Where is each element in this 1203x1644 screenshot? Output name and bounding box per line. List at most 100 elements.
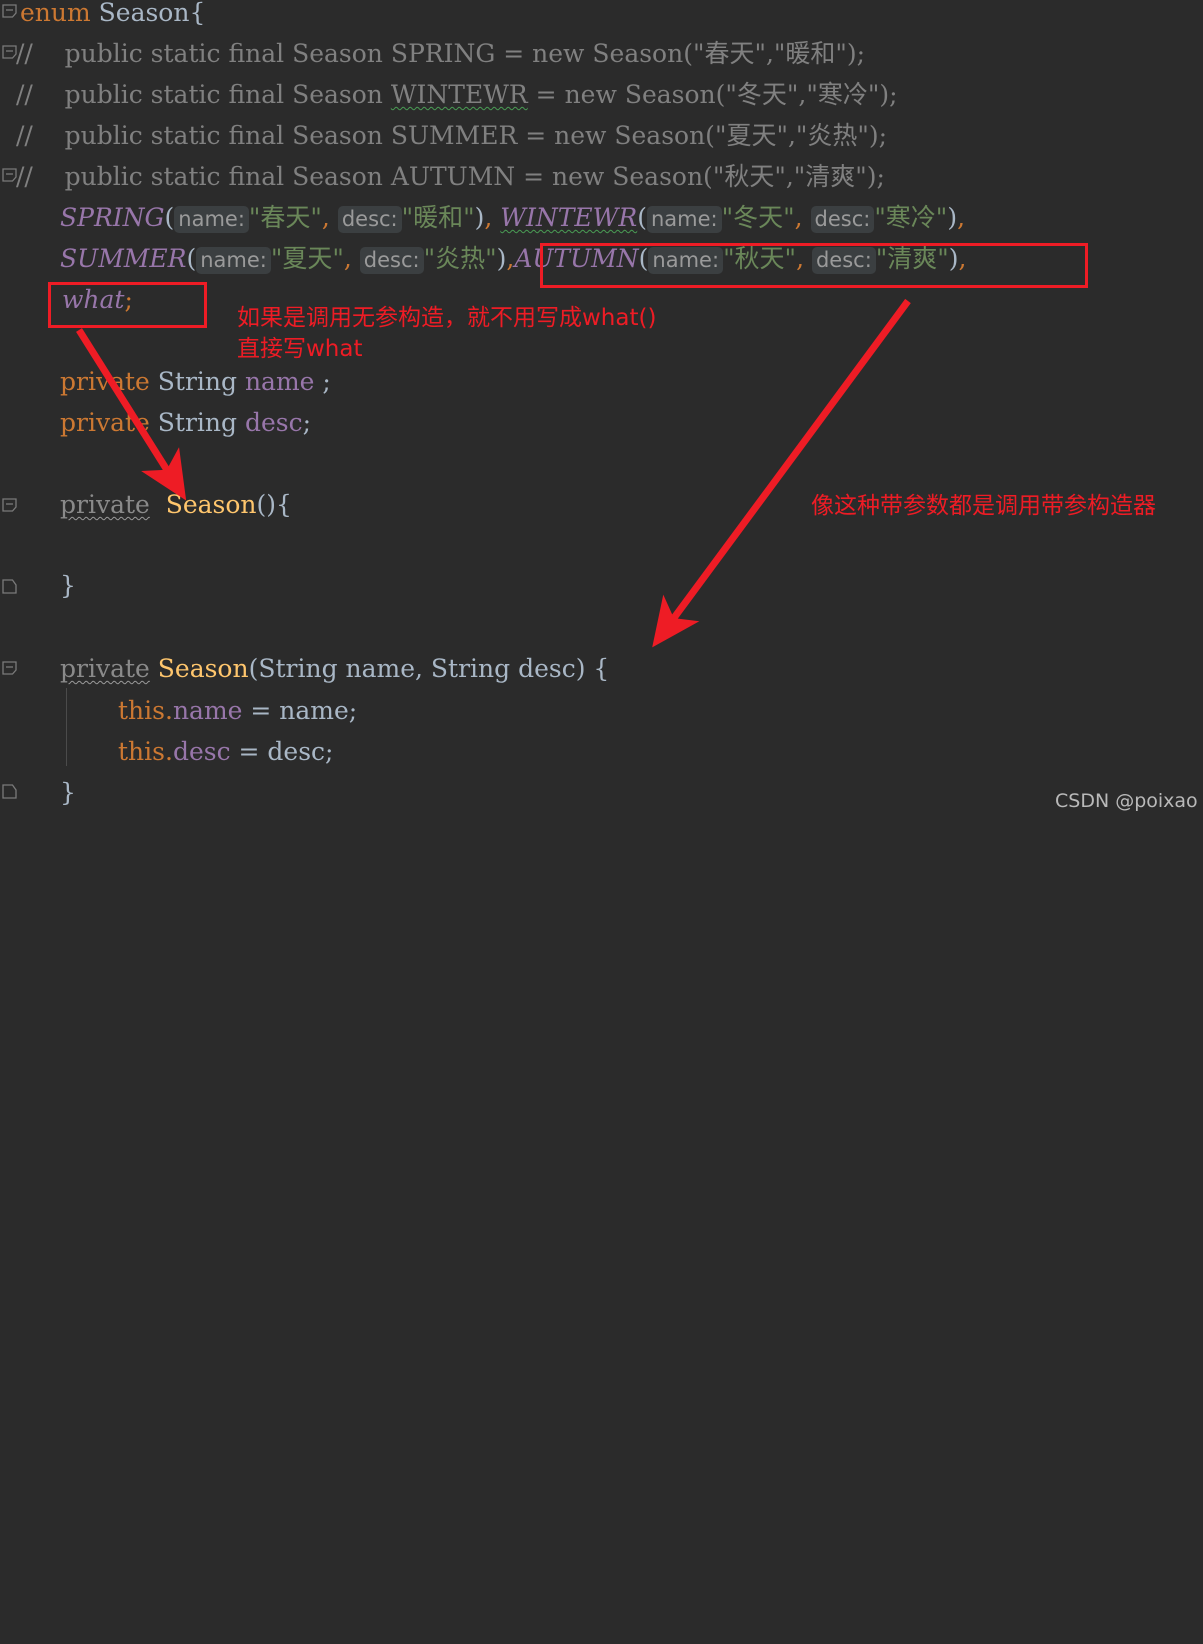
- token-keyword-this: this: [118, 696, 165, 725]
- token-identifier-typo: WINTEWR: [390, 80, 528, 109]
- token-string: "夏天": [714, 121, 788, 150]
- token-comma: ,: [794, 203, 803, 232]
- token-paren: ): [948, 244, 959, 273]
- token-string: "冬天": [721, 203, 795, 232]
- token-string: "清爽": [793, 162, 867, 191]
- field-desc[interactable]: desc: [245, 408, 303, 437]
- param-hint-desc: desc:: [810, 206, 875, 233]
- token-string: "暖和": [401, 203, 475, 232]
- token-tail: = desc;: [230, 737, 334, 766]
- code-line[interactable]: this.name = name;: [118, 690, 1203, 731]
- token-keyword-unused: private: [60, 654, 150, 683]
- field-name[interactable]: name: [173, 696, 243, 725]
- token-keyword: private: [60, 408, 150, 437]
- token-string: "春天": [248, 203, 322, 232]
- token-brace: }: [60, 778, 76, 807]
- enum-constant-what[interactable]: what: [62, 285, 124, 314]
- token-tail: );: [868, 121, 888, 150]
- token-string: "清爽": [875, 244, 949, 273]
- token-comma: ,: [957, 203, 966, 232]
- token-string: "炎热": [795, 121, 869, 150]
- code-line[interactable]: SPRING(name: "春天", desc: "暖和"), WINTEWR(na…: [60, 197, 1203, 238]
- code-line[interactable]: // public static final Season AUTUMN = n…: [16, 156, 1203, 197]
- field-desc[interactable]: desc: [173, 737, 231, 766]
- enum-constant-summer[interactable]: SUMMER: [60, 244, 186, 273]
- token-keyword: enum: [20, 0, 91, 27]
- code-line[interactable]: // public static final Season SPRING = n…: [16, 33, 1203, 74]
- param-hint-name: name:: [648, 247, 724, 274]
- code-line[interactable]: }: [60, 565, 1203, 606]
- token-paren: (: [186, 244, 197, 273]
- token-paren: (: [638, 244, 649, 273]
- code-line[interactable]: // public static final Season SUMMER = n…: [16, 115, 1203, 156]
- token-paren: (: [637, 203, 647, 232]
- token-tail: ;: [302, 408, 312, 437]
- token-dot: .: [164, 737, 173, 766]
- field-name[interactable]: name: [245, 367, 315, 396]
- code-line[interactable]: private Season(){: [60, 484, 1203, 525]
- param-hint-desc: desc:: [337, 206, 402, 233]
- token-comma: ,: [321, 203, 330, 232]
- token-comment: // public static final Season SUMMER = n…: [16, 121, 715, 150]
- token-brace: {: [189, 0, 206, 27]
- token-comment: = new Season(: [527, 80, 726, 109]
- token-comment: // public static final Season: [16, 80, 391, 109]
- token-comma: ,: [958, 244, 967, 273]
- code-line[interactable]: private String name ;: [60, 361, 1203, 402]
- token-string: "秋天": [712, 162, 786, 191]
- param-hint-name: name:: [646, 206, 722, 233]
- token-tail: = name;: [242, 696, 358, 725]
- indent-guide: [66, 688, 67, 766]
- token-paren: ): [496, 244, 507, 273]
- token-semicolon: ;: [124, 285, 133, 314]
- code-line[interactable]: }: [60, 772, 1203, 813]
- code-line[interactable]: SUMMER(name: "夏天", desc: "炎热"),AUTUMN(name…: [60, 238, 1203, 279]
- token-tail: (){: [256, 490, 292, 519]
- token-comma: ,: [787, 121, 796, 150]
- token-comment: // public static final Season SPRING = n…: [16, 39, 693, 68]
- token-string: "寒冷": [874, 203, 948, 232]
- code-editor[interactable]: enum Season{ // public static final Seas…: [0, 0, 1203, 822]
- token-paren: (: [164, 203, 175, 232]
- token-comma: ,: [796, 244, 805, 273]
- token-signature: (String name, String desc) {: [248, 654, 610, 683]
- enum-constant-autumn[interactable]: AUTUMN: [514, 244, 638, 273]
- constructor-with-args[interactable]: Season: [150, 654, 249, 683]
- code-line[interactable]: what;: [62, 279, 1203, 320]
- code-line[interactable]: private String desc;: [60, 402, 1203, 443]
- code-content[interactable]: enum Season{ // public static final Seas…: [0, 0, 1203, 822]
- token-string: "春天": [692, 39, 766, 68]
- token-comma: ,: [765, 39, 774, 68]
- token-string: "夏天": [270, 244, 344, 273]
- param-hint-desc: desc:: [811, 247, 876, 274]
- token-comma: ,: [785, 162, 794, 191]
- enum-constant-spring[interactable]: SPRING: [60, 203, 165, 232]
- code-line[interactable]: // public static final Season WINTEWR = …: [16, 74, 1203, 115]
- token-tail: );: [866, 162, 885, 191]
- enum-constant-wintewr[interactable]: WINTEWR: [500, 203, 637, 232]
- token-tail: ;: [314, 367, 331, 396]
- code-line[interactable]: private Season(String name, String desc)…: [60, 648, 1203, 689]
- token-type: String: [149, 367, 245, 396]
- token-type: Season: [90, 0, 190, 27]
- code-line[interactable]: this.desc = desc;: [118, 731, 1203, 772]
- token-type: String: [149, 408, 245, 437]
- token-keyword: private: [60, 367, 150, 396]
- token-keyword-unused: private: [60, 490, 150, 519]
- token-dot: .: [164, 696, 173, 725]
- token-keyword-this: this: [118, 737, 165, 766]
- token-paren: ): [947, 203, 958, 232]
- token-string: "冬天": [725, 80, 799, 109]
- token-string: "炎热": [423, 244, 497, 273]
- constructor-no-arg[interactable]: Season: [150, 490, 257, 519]
- code-line[interactable]: enum Season{: [20, 0, 1203, 33]
- token-string: "秋天": [723, 244, 797, 273]
- token-tail: );: [879, 80, 898, 109]
- param-hint-name: name:: [196, 247, 271, 274]
- param-hint-name: name:: [174, 206, 249, 233]
- token-string: "寒冷": [806, 80, 880, 109]
- param-hint-desc: desc:: [359, 247, 424, 274]
- token-brace: }: [60, 571, 76, 600]
- token-comma: ,: [343, 244, 352, 273]
- token-comment: // public static final Season AUTUMN = n…: [16, 162, 713, 191]
